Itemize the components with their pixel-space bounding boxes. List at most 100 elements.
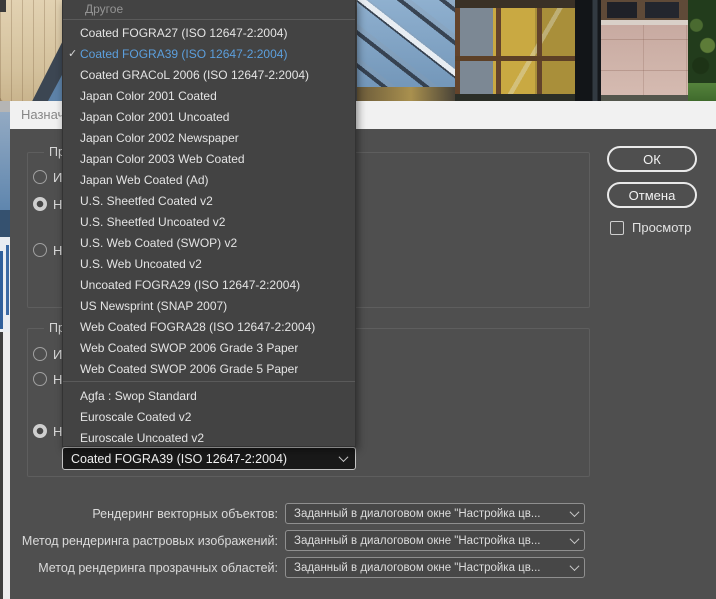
chevron-down-icon: [569, 534, 580, 545]
profile-combobox-value: Coated FOGRA39 (ISO 12647-2:2004): [71, 451, 288, 466]
popup-item-label: Web Coated SWOP 2006 Grade 5 Paper: [80, 361, 299, 376]
popup-item-label: Coated FOGRA39 (ISO 12647-2:2004): [80, 46, 288, 61]
radio-option-discard[interactable]: И: [33, 169, 62, 185]
radio-button[interactable]: [33, 372, 47, 386]
radio-button[interactable]: [33, 347, 47, 361]
radio-button[interactable]: [33, 243, 47, 257]
photo-pillar: [575, 0, 601, 101]
popup-item[interactable]: Japan Color 2001 Uncoated: [63, 106, 355, 127]
popup-item-label: U.S. Sheetfed Uncoated v2: [80, 214, 226, 229]
photo-floor: [357, 87, 455, 101]
radio-button[interactable]: [33, 170, 47, 184]
popup-item[interactable]: Euroscale Uncoated v2: [63, 427, 355, 448]
popup-item-label: U.S. Web Coated (SWOP) v2: [80, 235, 238, 250]
popup-item[interactable]: Coated GRACoL 2006 (ISO 12647-2:2004): [63, 64, 355, 85]
intent-row: Рендеринг векторных объектов: Заданный в …: [8, 500, 608, 527]
profile-combobox[interactable]: Coated FOGRA39 (ISO 12647-2:2004): [62, 447, 356, 470]
cancel-button[interactable]: Отмена: [607, 182, 697, 208]
popup-item[interactable]: Japan Color 2001 Coated: [63, 85, 355, 106]
sign-letter-stroke: [0, 251, 3, 329]
popup-item[interactable]: U.S. Sheetfed Uncoated v2: [63, 211, 355, 232]
edge-dark-column: [0, 332, 3, 599]
popup-item-label: Japan Color 2001 Uncoated: [80, 109, 230, 124]
intent-select-value: Заданный в диалоговом окне "Настройка цв…: [294, 534, 541, 547]
radio-label: Н: [53, 242, 63, 258]
preview-checkbox[interactable]: [610, 220, 624, 235]
popup-item[interactable]: U.S. Web Uncoated v2: [63, 253, 355, 274]
photo-window: [607, 2, 637, 18]
radio-option-current-space[interactable]: Н: [33, 196, 62, 212]
photo-sky-beams: [357, 0, 455, 101]
photo-grass: [688, 83, 716, 101]
edge-navy: [0, 210, 10, 237]
separator: [63, 19, 355, 20]
radio-option-discard[interactable]: И: [33, 346, 62, 362]
popup-item-label: Japan Color 2002 Newspaper: [80, 130, 239, 145]
popup-item[interactable]: U.S. Sheetfed Coated v2: [63, 190, 355, 211]
popup-item[interactable]: Web Coated FOGRA28 (ISO 12647-2:2004): [63, 316, 355, 337]
separator: [63, 381, 355, 382]
photo-window: [645, 2, 679, 18]
profile-popup-menu: Другое Coated FOGRA27 (ISO 12647-2:2004)…: [62, 0, 356, 447]
popup-item[interactable]: U.S. Web Coated (SWOP) v2: [63, 232, 355, 253]
intent-label: Метод рендеринга прозрачных областей:: [38, 560, 278, 575]
photo-window-wall: [455, 0, 575, 101]
popup-item-label: Uncoated FOGRA29 (ISO 12647-2:2004): [80, 277, 301, 292]
photo-foliage: [688, 0, 716, 101]
popup-item[interactable]: Japan Color 2002 Newspaper: [63, 127, 355, 148]
profile-popup-list: Coated FOGRA27 (ISO 12647-2:2004) ✓ Coated…: [63, 22, 355, 448]
popup-item-label: Euroscale Uncoated v2: [80, 430, 205, 445]
popup-item[interactable]: Euroscale Coated v2: [63, 406, 355, 427]
chevron-down-icon: [569, 507, 580, 518]
photo-dark-structure: [32, 42, 62, 101]
intent-select-value: Заданный в диалоговом окне "Настройка цв…: [294, 561, 541, 574]
radio-label: И: [53, 169, 63, 185]
popup-item[interactable]: Uncoated FOGRA29 (ISO 12647-2:2004): [63, 274, 355, 295]
intent-select[interactable]: Заданный в диалоговом окне "Настройка цв…: [285, 530, 585, 551]
popup-item[interactable]: Web Coated SWOP 2006 Grade 3 Paper: [63, 337, 355, 358]
preview-checkbox-row[interactable]: Просмотр: [610, 220, 691, 235]
popup-item-label: Coated GRACoL 2006 (ISO 12647-2:2004): [80, 67, 310, 82]
popup-item[interactable]: Japan Color 2003 Web Coated: [63, 148, 355, 169]
ok-button[interactable]: ОК: [607, 146, 697, 172]
popup-item[interactable]: ✓ Coated FOGRA39 (ISO 12647-2:2004): [63, 43, 355, 64]
photo-pink-wall: [601, 0, 688, 101]
popup-item-label: Japan Web Coated (Ad): [80, 172, 209, 187]
intent-row: Метод рендеринга прозрачных областей: Зад…: [8, 554, 608, 581]
preview-checkbox-label: Просмотр: [632, 220, 692, 235]
popup-item[interactable]: Japan Web Coated (Ad): [63, 169, 355, 190]
chevron-down-icon: [569, 561, 580, 572]
popup-item-label: Web Coated SWOP 2006 Grade 3 Paper: [80, 340, 299, 355]
sign-letter-stroke: [6, 245, 9, 315]
intent-select-value: Заданный в диалоговом окне "Настройка цв…: [294, 507, 541, 520]
radio-button[interactable]: [33, 197, 47, 211]
popup-item[interactable]: Agfa : Swop Standard: [63, 385, 355, 406]
document-photo-top: [357, 0, 716, 101]
radio-option-assign-profile[interactable]: Н: [33, 242, 62, 258]
chevron-down-icon: [338, 452, 349, 463]
radio-label: Н: [53, 423, 63, 439]
document-photo-left: [0, 0, 62, 101]
checkmark-icon: ✓: [68, 48, 78, 60]
radio-option-current-space[interactable]: Н: [33, 371, 62, 387]
popup-item-label: U.S. Web Uncoated v2: [80, 256, 202, 271]
popup-item[interactable]: Coated FOGRA27 (ISO 12647-2:2004): [63, 22, 355, 43]
photo-ground: [455, 94, 575, 101]
intent-select[interactable]: Заданный в диалоговом окне "Настройка цв…: [285, 503, 585, 524]
radio-label: Н: [53, 371, 63, 387]
radio-option-assign-profile[interactable]: Н: [33, 423, 62, 439]
popup-item[interactable]: Web Coated SWOP 2006 Grade 5 Paper: [63, 358, 355, 379]
intent-select[interactable]: Заданный в диалоговом окне "Настройка цв…: [285, 557, 585, 578]
radio-button[interactable]: [33, 424, 47, 438]
popup-header-other[interactable]: Другое: [63, 0, 355, 18]
popup-item-label: Euroscale Coated v2: [80, 409, 192, 424]
popup-item-label: Web Coated FOGRA28 (ISO 12647-2:2004): [80, 319, 316, 334]
intent-label: Рендеринг векторных объектов:: [92, 506, 278, 521]
radio-label: Н: [53, 196, 63, 212]
popup-item[interactable]: US Newsprint (SNAP 2007): [63, 295, 355, 316]
window-corner: [0, 0, 6, 12]
edge-gray: [0, 101, 10, 112]
popup-item-label: Japan Color 2001 Coated: [80, 88, 217, 103]
edge-sky: [0, 112, 10, 210]
intent-label: Метод рендеринга растровых изображений:: [21, 533, 278, 548]
